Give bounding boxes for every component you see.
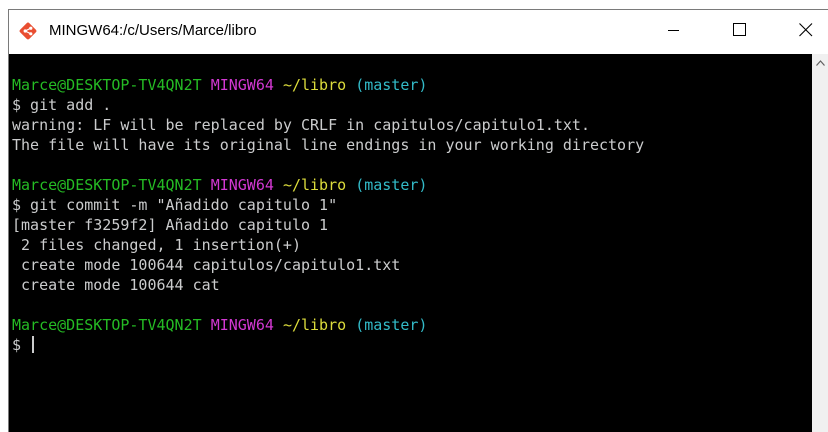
scroll-up-button[interactable]: [812, 54, 828, 70]
input-line[interactable]: $: [12, 335, 812, 355]
prompt-branch: (master): [355, 176, 428, 194]
text-cursor: [32, 336, 35, 353]
prompt-path: ~/libro: [282, 76, 347, 94]
window-title: MINGW64:/c/Users/Marce/libro: [49, 22, 257, 39]
prompt-shell: MINGW64: [210, 76, 274, 94]
maximize-button[interactable]: [715, 10, 765, 54]
prompt-user-host: Marce@DESKTOP-TV4QN2T: [12, 76, 202, 94]
minimize-icon: [668, 23, 680, 41]
minimize-button[interactable]: [649, 10, 699, 54]
prompt-shell: MINGW64: [210, 316, 274, 334]
prompt-line: Marce@DESKTOP-TV4QN2T MINGW64 ~/libro (m…: [12, 75, 812, 95]
terminal-output[interactable]: Marce@DESKTOP-TV4QN2T MINGW64 ~/libro (m…: [9, 54, 812, 432]
prompt-line: Marce@DESKTOP-TV4QN2T MINGW64 ~/libro (m…: [12, 175, 812, 195]
prompt-branch: (master): [355, 76, 428, 94]
command-line: $ git add .: [12, 96, 112, 114]
output-line: The file will have its original line end…: [12, 136, 645, 154]
chevron-up-icon: [815, 53, 825, 71]
prompt-user-host: Marce@DESKTOP-TV4QN2T: [12, 316, 202, 334]
output-line: create mode 100644 cat: [12, 276, 220, 294]
close-button[interactable]: [781, 10, 828, 54]
output-line: warning: LF will be replaced by CRLF in …: [12, 116, 590, 134]
prompt-branch: (master): [355, 316, 428, 334]
output-line: create mode 100644 capitulos/capitulo1.t…: [12, 256, 401, 274]
prompt-path: ~/libro: [282, 316, 347, 334]
git-icon[interactable]: [18, 21, 38, 41]
command-line: $ git commit -m "Añadido capitulo 1": [12, 196, 338, 214]
prompt-user-host: Marce@DESKTOP-TV4QN2T: [12, 176, 202, 194]
prompt-shell: MINGW64: [210, 176, 274, 194]
output-line: [master f3259f2] Añadido capitulo 1: [12, 216, 329, 234]
vertical-scrollbar[interactable]: [812, 54, 828, 432]
maximize-icon: [733, 22, 747, 42]
input-prompt: $: [12, 336, 22, 354]
terminal-window: MINGW64:/c/Users/Marce/libro Marce@DESKT…: [8, 9, 828, 432]
output-line: 2 files changed, 1 insertion(+): [12, 236, 301, 254]
close-icon: [799, 22, 813, 42]
title-bar[interactable]: MINGW64:/c/Users/Marce/libro: [9, 10, 828, 54]
prompt-line: Marce@DESKTOP-TV4QN2T MINGW64 ~/libro (m…: [12, 315, 812, 335]
prompt-path: ~/libro: [282, 176, 347, 194]
